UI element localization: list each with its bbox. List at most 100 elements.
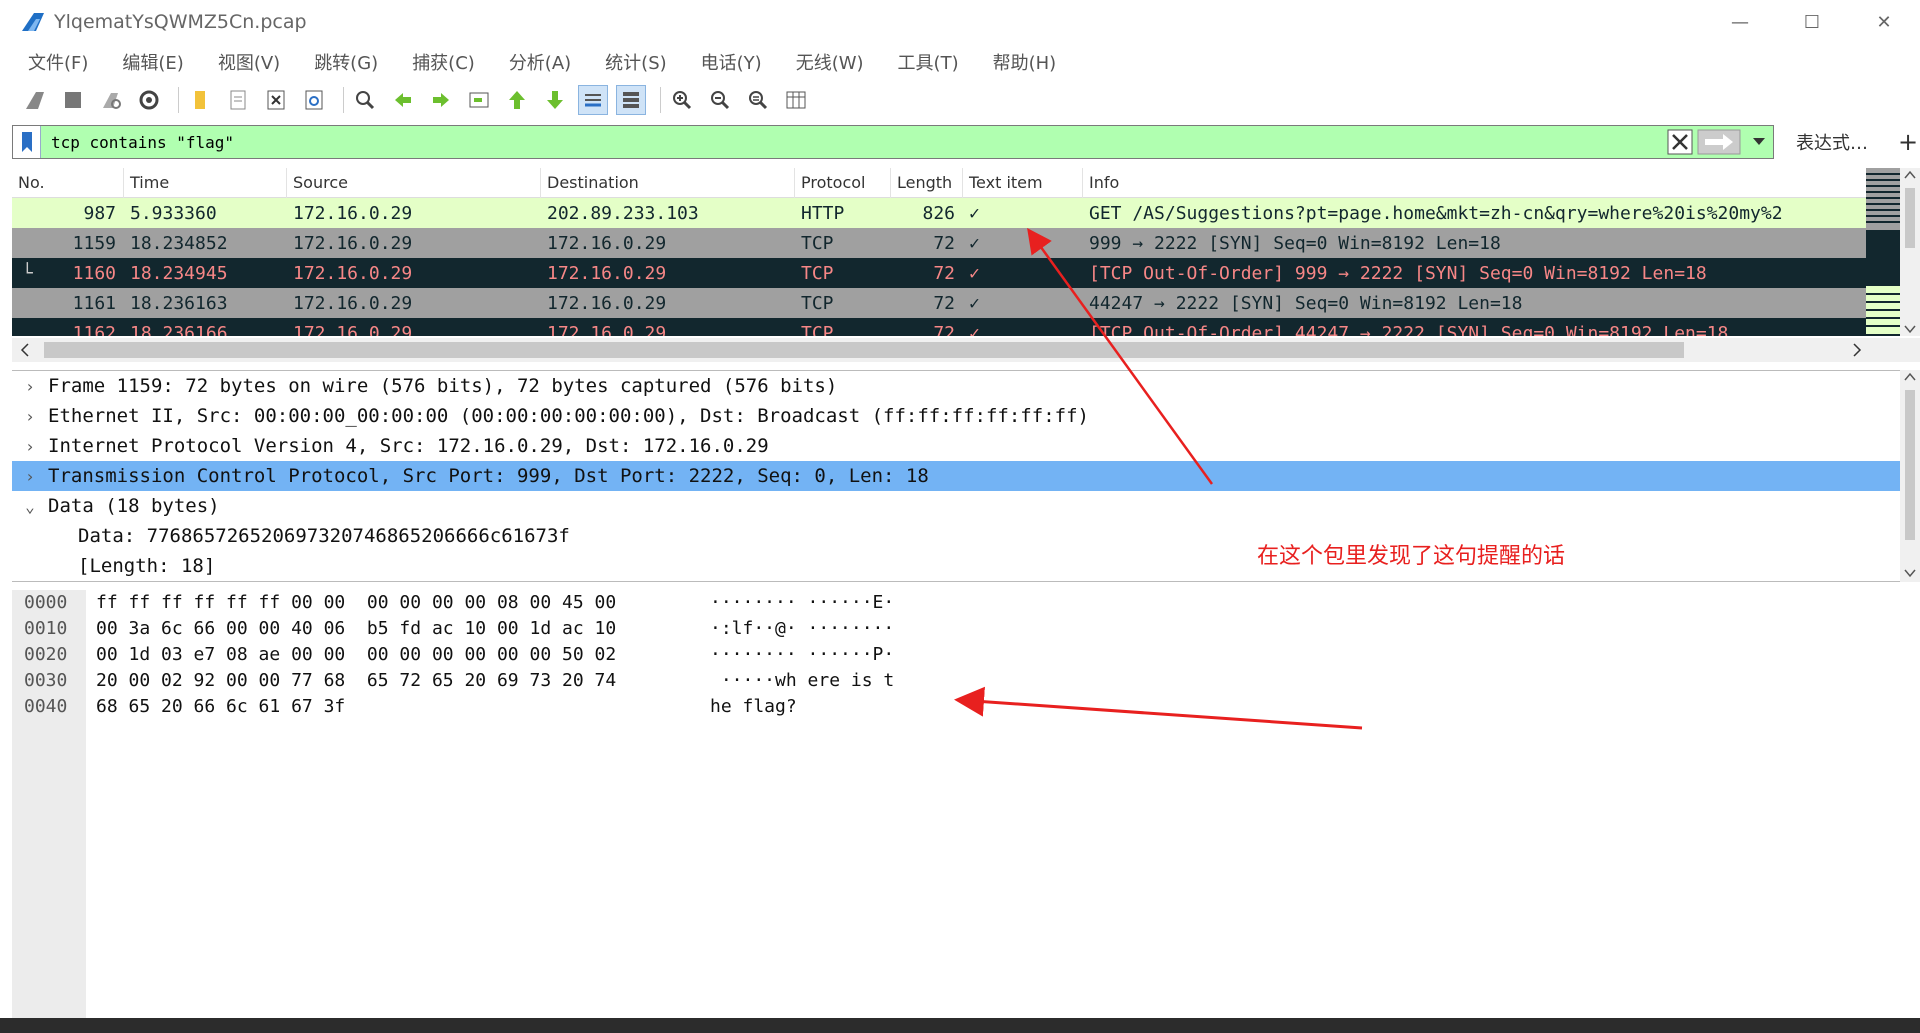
menu-telephony[interactable]: 电话(Y) [701, 49, 762, 75]
hex-offset: 0040 [24, 696, 68, 717]
stop-icon[interactable] [58, 85, 88, 115]
detail-ethernet[interactable]: › Ethernet II, Src: 00:00:00_00:00:00 (00… [12, 401, 1900, 431]
zoom-in-icon[interactable] [667, 85, 697, 115]
column-header-protocol[interactable]: Protocol [795, 168, 891, 198]
restart-icon[interactable] [96, 85, 126, 115]
detail-data[interactable]: ⌄ Data (18 bytes) [12, 491, 1900, 521]
find-icon[interactable] [350, 85, 380, 115]
menu-edit[interactable]: 编辑(E) [122, 49, 183, 75]
packet-bytes-pane: 0000 ff ff ff ff ff ff 00 00 00 00 00 00 … [12, 590, 1920, 1018]
toolbar-separator [343, 87, 344, 113]
column-header-text-item[interactable]: Text item [963, 168, 1083, 198]
close-button[interactable]: ✕ [1848, 0, 1920, 44]
expression-button[interactable]: 表达式… [1796, 129, 1868, 155]
packet-row[interactable]: 1162 18.236166 172.16.0.29 172.16.0.29 TCP 72… [12, 318, 1900, 336]
go-back-icon[interactable] [388, 85, 418, 115]
column-header-length[interactable]: Length [891, 168, 963, 198]
autoscroll-icon[interactable] [578, 85, 608, 115]
cell-text-item: ✓ [969, 202, 980, 224]
hex-offset: 0020 [24, 644, 68, 665]
packet-list: No. Time Source Destination Protocol Len… [12, 168, 1900, 336]
hex-ascii[interactable]: he flag? [710, 696, 797, 717]
bookmark-icon[interactable] [13, 126, 41, 158]
menu-view[interactable]: 视图(V) [218, 49, 280, 75]
packet-row[interactable]: 987 5.933360 172.16.0.29 202.89.233.103 HTTP… [12, 198, 1900, 228]
cell-protocol: TCP [801, 292, 834, 314]
hex-bytes[interactable]: 00 1d 03 e7 08 ae 00 00 00 00 00 00 00 0… [96, 644, 616, 665]
first-packet-icon[interactable] [502, 85, 532, 115]
packet-row[interactable]: 1161 18.236163 172.16.0.29 172.16.0.29 TCP 72… [12, 288, 1900, 318]
cell-info: GET /AS/Suggestions?pt=page.home&mkt=zh-… [1089, 202, 1783, 224]
display-filter-input[interactable] [41, 127, 1663, 157]
detail-ethernet-text: Ethernet II, Src: 00:00:00_00:00:00 (00:… [48, 405, 1089, 427]
shark-fin-start-icon[interactable] [20, 85, 50, 115]
detail-tcp[interactable]: › Transmission Control Protocol, Src Port… [12, 461, 1900, 491]
cell-protocol: HTTP [801, 202, 845, 224]
resize-columns-icon[interactable] [781, 85, 811, 115]
hex-bytes[interactable]: ff ff ff ff ff ff 00 00 00 00 00 00 08 0… [96, 592, 616, 613]
menu-go[interactable]: 跳转(G) [314, 49, 378, 75]
scroll-right-icon[interactable] [1848, 338, 1868, 362]
detail-data-length[interactable]: [Length: 18] [12, 551, 1900, 581]
cell-destination: 172.16.0.29 [547, 232, 667, 254]
menu-help[interactable]: 帮助(H) [993, 49, 1057, 75]
collapse-arrow-icon[interactable]: ⌄ [12, 497, 48, 516]
cell-source: 172.16.0.29 [293, 202, 413, 224]
close-file-icon[interactable] [261, 85, 291, 115]
column-header-no[interactable]: No. [12, 168, 124, 198]
open-folder-icon[interactable] [185, 85, 215, 115]
clear-filter-icon[interactable] [1667, 127, 1693, 157]
packet-list-hscrollbar[interactable] [12, 338, 1920, 362]
column-header-info[interactable]: Info [1083, 168, 1900, 198]
packet-row[interactable]: 1159 18.234852 172.16.0.29 172.16.0.29 TCP 72… [12, 228, 1900, 258]
column-header-destination[interactable]: Destination [541, 168, 795, 198]
expand-arrow-icon[interactable]: › [12, 467, 48, 486]
hex-bytes[interactable]: 68 65 20 66 6c 61 67 3f [96, 696, 345, 717]
go-forward-icon[interactable] [426, 85, 456, 115]
cell-time: 18.234852 [130, 232, 228, 254]
column-header-source[interactable]: Source [287, 168, 541, 198]
menu-statistics[interactable]: 统计(S) [605, 49, 666, 75]
save-file-icon[interactable] [223, 85, 253, 115]
details-scrollbar[interactable] [1900, 370, 1920, 582]
menu-wireless[interactable]: 无线(W) [796, 49, 864, 75]
add-filter-button[interactable]: + [1898, 128, 1918, 156]
display-filter-box [12, 125, 1774, 159]
hex-ascii[interactable]: ·····wh ere is t [710, 670, 894, 691]
menu-file[interactable]: 文件(F) [28, 49, 88, 75]
filter-history-dropdown-icon[interactable] [1745, 127, 1773, 157]
colorize-icon[interactable] [616, 85, 646, 115]
hex-bytes[interactable]: 20 00 02 92 00 00 77 68 65 72 65 20 69 7… [96, 670, 616, 691]
detail-ip[interactable]: › Internet Protocol Version 4, Src: 172.1… [12, 431, 1900, 461]
minimize-button[interactable]: — [1704, 0, 1776, 44]
last-packet-icon[interactable] [540, 85, 570, 115]
apply-filter-icon[interactable] [1697, 127, 1741, 157]
hex-bytes[interactable]: 00 3a 6c 66 00 00 40 06 b5 fd ac 10 00 1… [96, 618, 616, 639]
menu-analyze[interactable]: 分析(A) [509, 49, 571, 75]
options-gear-icon[interactable] [134, 85, 164, 115]
zoom-out-icon[interactable] [705, 85, 735, 115]
scroll-left-icon[interactable] [16, 338, 36, 362]
go-to-packet-icon[interactable] [464, 85, 494, 115]
column-header-time[interactable]: Time [124, 168, 287, 198]
menu-tools[interactable]: 工具(T) [898, 49, 959, 75]
cell-text-item: ✓ [969, 322, 980, 337]
cell-protocol: TCP [801, 322, 834, 337]
detail-frame[interactable]: › Frame 1159: 72 bytes on wire (576 bits)… [12, 371, 1900, 401]
hscroll-thumb[interactable] [44, 342, 1684, 358]
maximize-button[interactable]: ☐ [1776, 0, 1848, 44]
expand-arrow-icon[interactable]: › [12, 407, 48, 426]
reload-icon[interactable] [299, 85, 329, 115]
expand-arrow-icon[interactable]: › [12, 437, 48, 456]
packet-minimap[interactable] [1866, 168, 1900, 336]
packet-list-scrollbar[interactable] [1900, 168, 1920, 336]
cell-text-item: ✓ [969, 262, 980, 284]
detail-data-value[interactable]: Data: 776865726520697320746865206666c616… [12, 521, 1900, 551]
packet-row[interactable]: 1160 18.234945 172.16.0.29 172.16.0.29 TCP 72… [12, 258, 1900, 288]
menu-capture[interactable]: 捕获(C) [412, 49, 475, 75]
expand-arrow-icon[interactable]: › [12, 377, 48, 396]
zoom-normal-icon[interactable] [743, 85, 773, 115]
hex-ascii[interactable]: ·:lf··@· ········ [710, 618, 894, 639]
hex-ascii[interactable]: ········ ······E· [710, 592, 894, 613]
hex-ascii[interactable]: ········ ······P· [710, 644, 894, 665]
